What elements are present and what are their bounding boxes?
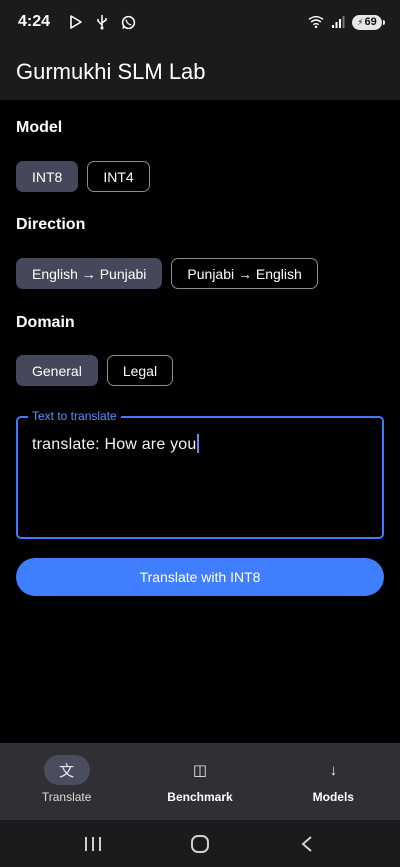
nav-label-benchmark: Benchmark [167, 790, 233, 804]
status-time: 4:24 [18, 13, 51, 30]
direction-label: Direction [16, 216, 86, 233]
app-bar: Gurmukhi SLM Lab [0, 44, 400, 100]
status-right: ⚡ 69 [308, 14, 385, 30]
status-bar: 4:24 ⚡ 69 [0, 0, 400, 44]
battery-indicator: ⚡ 69 [352, 14, 385, 30]
usb-icon [94, 14, 110, 30]
chip-punjabi-to-english[interactable]: Punjabi → English [171, 258, 318, 289]
app-screen: 4:24 ⚡ 69 Gurmukhi SLM Lab Model INT8 IN… [0, 0, 400, 867]
back-icon[interactable] [287, 829, 327, 859]
chip-int4[interactable]: INT4 [87, 161, 150, 192]
text-to-translate-field[interactable]: Text to translate translate: How are you [16, 409, 384, 539]
translate-icon: 文 [43, 755, 90, 785]
nav-label-translate: Translate [41, 790, 92, 804]
nav-item-models[interactable]: ↓ Models [267, 743, 400, 820]
chip-int8[interactable]: INT8 [16, 161, 79, 192]
domain-label: Domain [16, 314, 75, 331]
status-left: 4:24 [18, 13, 136, 31]
model-label: Model [16, 119, 63, 136]
battery-lightning-icon: ⚡ [357, 16, 364, 27]
bottom-navigation: 文 Translate ◫ Benchmark ↓ Models [0, 743, 400, 820]
text-caret [197, 434, 200, 453]
download-icon: ↓ [329, 761, 338, 779]
whatsapp-icon [120, 14, 136, 30]
nav-item-benchmark[interactable]: ◫ Benchmark [133, 743, 266, 820]
model-chip-group: INT8 INT4 [16, 161, 150, 192]
play-store-icon [68, 14, 84, 30]
wifi-icon [308, 14, 324, 30]
chip-general[interactable]: General [16, 355, 98, 386]
text-field-value[interactable]: translate: How are you [32, 436, 196, 453]
app-title: Gurmukhi SLM Lab [16, 59, 206, 84]
chip-legal[interactable]: Legal [106, 355, 174, 386]
text-field-label: Text to translate [28, 409, 121, 423]
text-field-value-wrap[interactable]: translate: How are you [32, 434, 200, 454]
recent-apps-icon[interactable] [73, 829, 113, 859]
direction-chip-group: English → Punjabi Punjabi → English [16, 258, 318, 289]
signal-icon [330, 14, 346, 30]
nav-label-models: Models [312, 790, 354, 804]
nav-item-translate[interactable]: 文 Translate [0, 743, 133, 820]
home-icon[interactable] [180, 829, 220, 859]
benchmark-icon: ◫ [192, 762, 208, 779]
translate-button[interactable]: Translate with INT8 [16, 558, 384, 596]
battery-level: 69 [364, 16, 377, 28]
chip-english-to-punjabi[interactable]: English → Punjabi [16, 258, 163, 289]
system-navigation-bar [0, 820, 400, 867]
domain-chip-group: General Legal [16, 355, 174, 386]
